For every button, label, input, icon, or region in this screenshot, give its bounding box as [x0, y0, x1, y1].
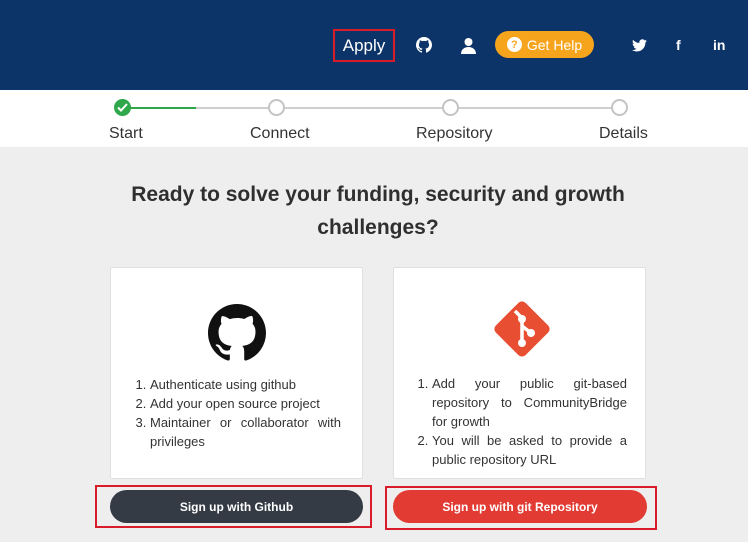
- progress-stepper: Start Connect Repository Details: [0, 90, 748, 147]
- step-track-complete: [123, 107, 196, 109]
- step-label-start: Start: [109, 125, 143, 142]
- git-icon: [489, 296, 555, 367]
- get-help-button[interactable]: ? Get Help: [495, 31, 594, 58]
- step-dot-connect: [268, 99, 285, 116]
- linkedin-icon[interactable]: in: [713, 37, 725, 53]
- headline-line-1: Ready to solve your funding, security an…: [131, 183, 625, 206]
- list-item: You will be asked to provide a public re…: [432, 431, 627, 469]
- git-option-card: Add your public git-based repository to …: [393, 267, 646, 479]
- step-track-pending: [196, 107, 620, 109]
- top-nav-bar: Apply ? Get Help f in: [0, 0, 748, 90]
- github-steps-list: Authenticate using github Add your open …: [134, 375, 341, 451]
- get-help-label: Get Help: [526, 36, 583, 53]
- github-icon: [208, 304, 267, 367]
- page-headline: Ready to solve your funding, security an…: [100, 178, 656, 244]
- step-dot-repository: [442, 99, 459, 116]
- step-label-details: Details: [599, 125, 648, 142]
- list-item: Maintainer or collaborator with privileg…: [150, 413, 341, 451]
- apply-link[interactable]: Apply: [333, 29, 395, 62]
- headline-line-2: challenges?: [317, 216, 439, 239]
- twitter-icon[interactable]: [630, 36, 648, 54]
- user-icon[interactable]: [459, 36, 477, 54]
- sign-up-git-repository-button[interactable]: Sign up with git Repository: [393, 490, 647, 523]
- sign-up-github-button[interactable]: Sign up with Github: [110, 490, 363, 523]
- checkmark-icon: [117, 103, 128, 112]
- github-icon[interactable]: [415, 36, 433, 54]
- step-dot-details: [611, 99, 628, 116]
- step-label-connect: Connect: [250, 125, 310, 142]
- facebook-icon[interactable]: f: [676, 37, 681, 53]
- question-icon: ?: [506, 37, 522, 52]
- list-item: Add your open source project: [150, 394, 341, 413]
- github-option-card: Authenticate using github Add your open …: [110, 267, 363, 479]
- step-dot-start: [114, 99, 131, 116]
- step-label-repository: Repository: [416, 125, 493, 142]
- git-steps-list: Add your public git-based repository to …: [416, 374, 627, 469]
- list-item: Authenticate using github: [150, 375, 341, 394]
- list-item: Add your public git-based repository to …: [432, 374, 627, 431]
